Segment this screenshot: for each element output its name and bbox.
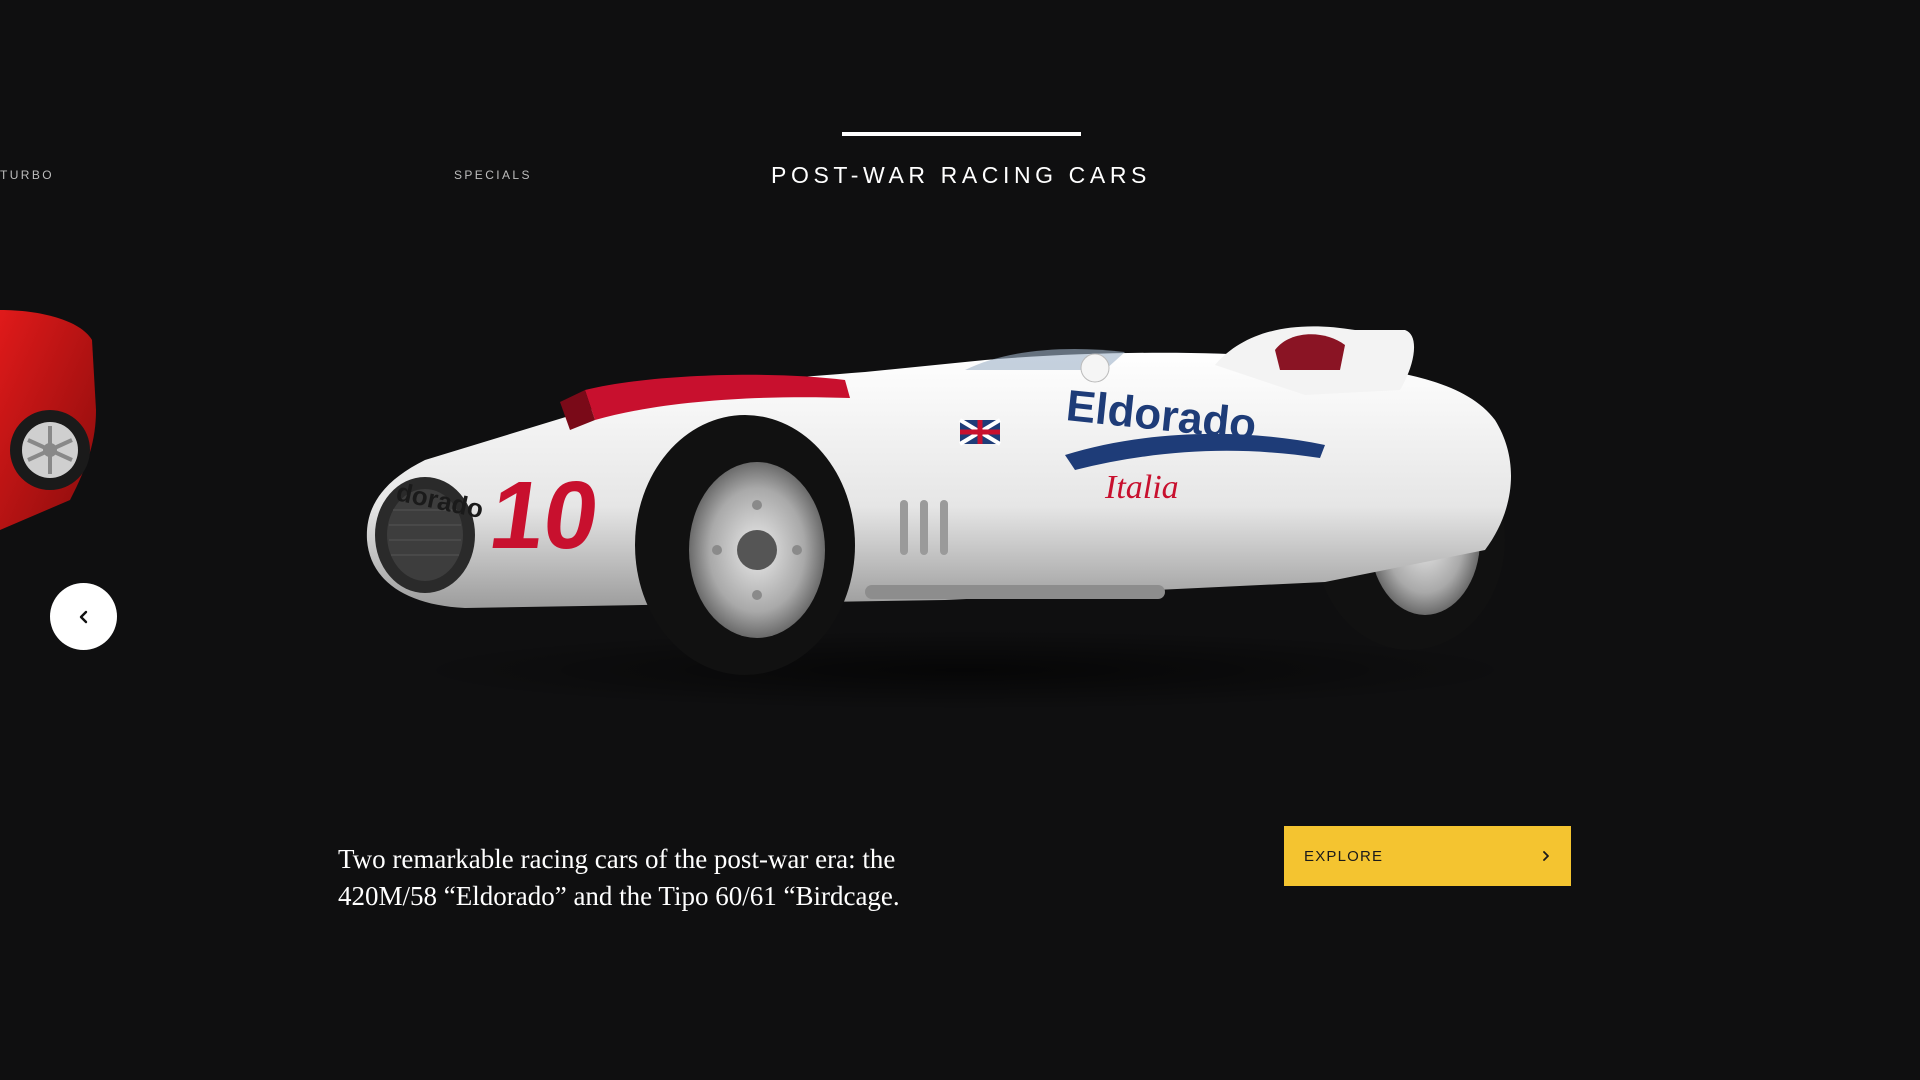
main-car-image: 10 dorado Eldorado Italia (366, 326, 1525, 710)
collection-description: Two remarkable racing cars of the post-w… (338, 844, 900, 911)
page: TURBO SPECIALS POST-WAR RACING CARS 10 d… (0, 0, 1920, 1080)
chevron-left-icon (79, 610, 87, 623)
tab-post-war-racing-cars[interactable]: POST-WAR RACING CARS (700, 162, 1222, 189)
active-tab-indicator (842, 132, 1081, 136)
chevron-right-icon (1543, 851, 1549, 861)
previous-car-image[interactable] (0, 290, 110, 560)
union-flag-decal (958, 418, 1002, 446)
explore-button-label: EXPLORE (1304, 847, 1384, 865)
explore-button[interactable]: EXPLORE (1284, 826, 1571, 886)
tab-turbo[interactable]: TURBO (0, 168, 54, 182)
car-side-lettering: Italia (1104, 469, 1179, 506)
car-number: 10 (484, 462, 606, 568)
tab-specials[interactable]: SPECIALS (454, 168, 532, 182)
previous-slide-button[interactable] (50, 583, 117, 650)
